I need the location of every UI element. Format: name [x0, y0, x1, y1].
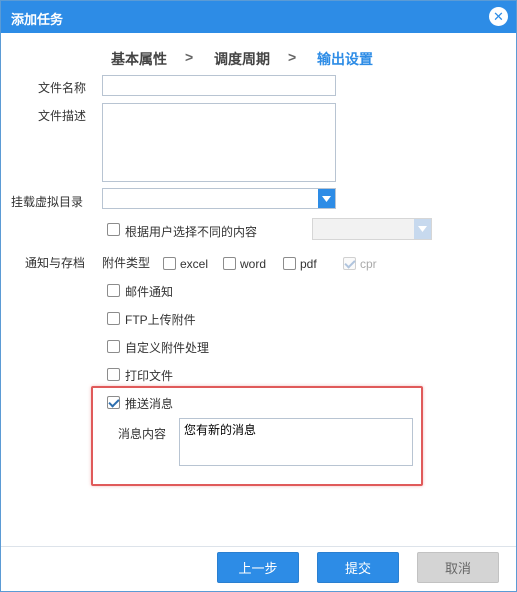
step-output-settings[interactable]: 输出设置	[317, 49, 373, 69]
push-message-label: 推送消息	[125, 397, 174, 411]
file-description-label: 文件描述	[38, 109, 87, 123]
dialog-titlebar: 添加任务 ✕	[1, 1, 516, 33]
attach-word-label: word	[240, 257, 267, 271]
print-file-checkbox[interactable]	[107, 368, 120, 381]
attachment-type-label: 附件类型	[102, 256, 151, 270]
mount-virtual-directory-select[interactable]	[102, 188, 336, 209]
attach-cpr-label: cpr	[360, 257, 377, 271]
chevron-down-icon[interactable]	[414, 219, 431, 239]
chevron-right-icon: >	[288, 49, 297, 65]
dialog-title: 添加任务	[11, 12, 64, 27]
file-description-textarea[interactable]	[102, 103, 336, 182]
by-user-choice-checkbox[interactable]	[107, 223, 120, 236]
custom-attachment-checkbox[interactable]	[107, 340, 120, 353]
step-schedule-cycle[interactable]: 调度周期	[214, 49, 270, 69]
attach-pdf-label: pdf	[300, 257, 317, 271]
attach-pdf-checkbox[interactable]	[283, 257, 296, 270]
push-message-checkbox[interactable]	[107, 396, 120, 409]
mail-notify-checkbox[interactable]	[107, 284, 120, 297]
custom-attachment-label: 自定义附件处理	[125, 341, 210, 355]
ftp-upload-label: FTP上传附件	[125, 313, 196, 327]
step-basic-properties[interactable]: 基本属性	[111, 49, 167, 69]
file-name-label: 文件名称	[38, 81, 87, 95]
chevron-right-icon: >	[185, 49, 194, 65]
step-breadcrumb: 基本属性 > 调度周期 > 输出设置	[1, 49, 516, 69]
file-name-input[interactable]	[102, 75, 336, 96]
attach-excel-checkbox[interactable]	[163, 257, 176, 270]
footer-divider	[1, 546, 516, 547]
user-choice-select[interactable]	[312, 218, 432, 240]
submit-button[interactable]: 提交	[317, 552, 399, 583]
add-task-dialog: 添加任务 ✕ 基本属性 > 调度周期 > 输出设置 文件名称 文件描述 挂载虚拟…	[0, 0, 517, 592]
ftp-upload-checkbox[interactable]	[107, 312, 120, 325]
attach-cpr-checkbox	[343, 257, 356, 270]
message-content-textarea[interactable]: 您有新的消息	[179, 418, 413, 466]
mail-notify-label: 邮件通知	[125, 285, 174, 299]
attach-word-checkbox[interactable]	[223, 257, 236, 270]
cancel-button[interactable]: 取消	[417, 552, 499, 583]
mount-virtual-directory-label: 挂载虚拟目录	[11, 195, 84, 209]
message-content-label: 消息内容	[118, 427, 167, 441]
prev-step-button[interactable]: 上一步	[217, 552, 299, 583]
chevron-down-icon[interactable]	[318, 189, 335, 208]
notify-archive-label: 通知与存档	[25, 256, 86, 270]
by-user-choice-label: 根据用户选择不同的内容	[125, 225, 258, 239]
close-icon[interactable]: ✕	[489, 7, 508, 26]
attach-excel-label: excel	[180, 257, 209, 271]
print-file-label: 打印文件	[125, 369, 174, 383]
